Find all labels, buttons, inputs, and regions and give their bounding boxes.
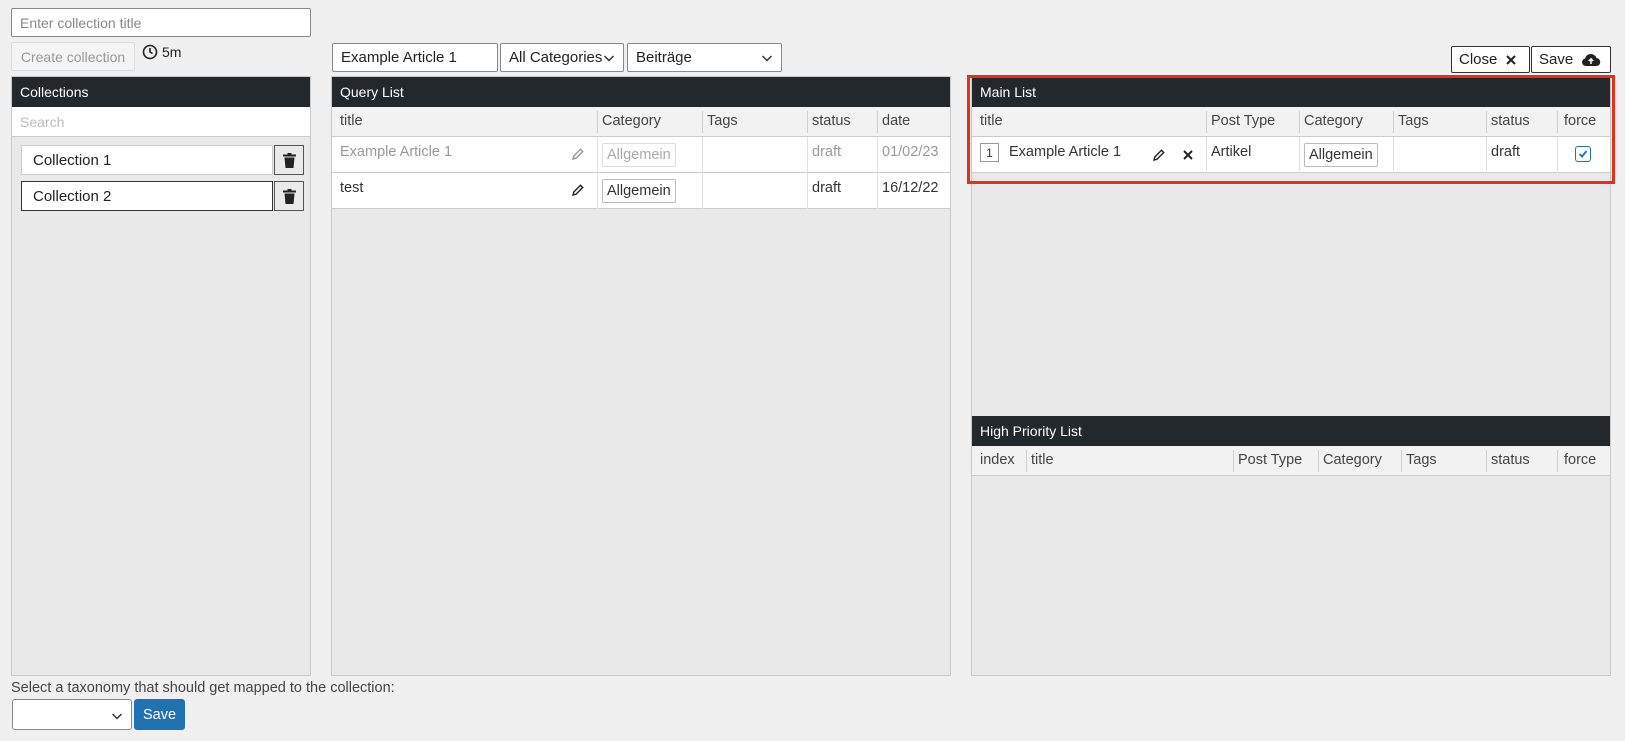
- row-category: Allgemein: [602, 179, 676, 203]
- taxonomy-select[interactable]: [12, 699, 132, 730]
- collection-item-label: Collection 2: [33, 187, 112, 205]
- collections-panel: Collections Search Collection 1 Collecti…: [11, 76, 311, 676]
- collection-item[interactable]: Collection 2: [21, 181, 273, 211]
- chevron-down-icon: [603, 55, 615, 62]
- create-collection-button[interactable]: Create collection: [11, 42, 135, 71]
- column-header-post-type[interactable]: Post Type: [1238, 452, 1302, 468]
- delete-collection-button[interactable]: [274, 145, 304, 175]
- row-date: 16/12/22: [882, 180, 939, 196]
- timer-label: 5m: [162, 44, 182, 60]
- high-priority-column-header: index title Post Type Category Tags stat…: [972, 446, 1610, 476]
- trash-icon: [282, 152, 296, 168]
- timer: 5m: [142, 44, 181, 60]
- column-header-status[interactable]: status: [812, 113, 851, 129]
- search-placeholder: Search: [20, 113, 65, 130]
- taxonomy-save-button[interactable]: Save: [134, 699, 185, 730]
- close-icon: [1506, 54, 1517, 65]
- high-priority-list-header: High Priority List: [972, 416, 1610, 446]
- collection-item[interactable]: Collection 1: [21, 145, 273, 175]
- high-priority-list-title: High Priority List: [980, 423, 1082, 439]
- row-status: draft: [812, 180, 842, 196]
- query-list-panel: Query List title Category Tags status da…: [331, 76, 951, 676]
- query-search-input[interactable]: Example Article 1: [332, 43, 498, 72]
- row-category: Allgemein: [602, 143, 676, 167]
- table-row[interactable]: test Allgemein draft 16/12/22: [332, 173, 950, 209]
- collection-item-label: Collection 1: [33, 151, 112, 169]
- column-header-tags[interactable]: Tags: [707, 113, 738, 129]
- save-label: Save: [1539, 51, 1574, 68]
- query-list-title: Query List: [340, 84, 404, 100]
- query-list-header: Query List: [332, 77, 950, 107]
- row-date: 01/02/23: [882, 144, 939, 160]
- close-label: Close: [1459, 51, 1498, 68]
- column-header-tags[interactable]: Tags: [1406, 452, 1437, 468]
- table-row[interactable]: Example Article 1 Allgemein draft 01/02/…: [332, 137, 950, 173]
- post-type-select[interactable]: Beiträge: [627, 43, 782, 72]
- chevron-down-icon: [111, 713, 123, 720]
- trash-icon: [282, 188, 296, 204]
- column-header-date[interactable]: date: [882, 113, 910, 129]
- pencil-icon[interactable]: [571, 183, 585, 197]
- column-header-force[interactable]: force: [1564, 452, 1596, 468]
- close-button[interactable]: Close: [1451, 46, 1530, 73]
- category-select[interactable]: All Categories: [500, 43, 624, 72]
- row-title: test: [340, 180, 364, 196]
- query-list-column-header: title Category Tags status date: [332, 107, 950, 137]
- column-header-category[interactable]: Category: [1323, 452, 1382, 468]
- post-type-select-value: Beiträge: [636, 49, 692, 66]
- chevron-down-icon: [761, 55, 773, 62]
- row-title: Example Article 1: [340, 144, 453, 160]
- delete-collection-button[interactable]: [274, 181, 304, 211]
- save-button[interactable]: Save: [1531, 46, 1611, 73]
- column-header-category[interactable]: Category: [602, 113, 661, 129]
- column-header-status[interactable]: status: [1491, 452, 1530, 468]
- column-header-title[interactable]: title: [1031, 452, 1054, 468]
- cloud-upload-icon: [1582, 53, 1601, 66]
- collections-search-input[interactable]: Search: [12, 107, 310, 137]
- collections-header: Collections: [12, 77, 310, 107]
- column-header-title[interactable]: title: [340, 113, 363, 129]
- taxonomy-label: Select a taxonomy that should get mapped…: [11, 680, 395, 696]
- query-search-value: Example Article 1: [341, 49, 457, 66]
- highlight-box: [967, 75, 1615, 184]
- row-status: draft: [812, 144, 842, 160]
- clock-icon: [142, 44, 158, 60]
- collections-title: Collections: [20, 84, 89, 100]
- column-header-index[interactable]: index: [980, 452, 1015, 468]
- category-select-value: All Categories: [509, 49, 603, 66]
- collection-title-input[interactable]: [11, 8, 311, 37]
- pencil-icon[interactable]: [571, 147, 585, 161]
